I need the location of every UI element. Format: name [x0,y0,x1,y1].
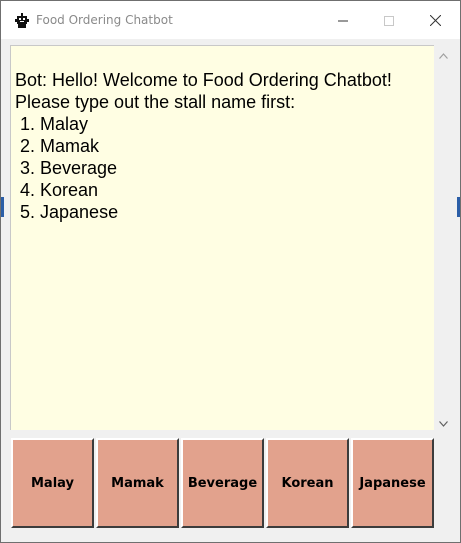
chat-messages: Bot: Hello! Welcome to Food Ordering Cha… [15,70,392,222]
maximize-icon [384,11,394,30]
scroll-down-button[interactable] [435,413,452,430]
robot-icon [14,13,30,29]
chat-log[interactable]: Bot: Hello! Welcome to Food Ordering Cha… [10,45,434,430]
background-strip-right [457,197,460,217]
minimize-icon [338,11,348,30]
stall-button-row: Malay Mamak Beverage Korean Japanese [11,438,436,528]
minimize-button[interactable] [320,1,366,39]
chevron-down-icon [439,412,448,431]
close-button[interactable] [412,1,458,39]
maximize-button[interactable] [366,1,412,39]
chevron-up-icon [439,44,448,63]
close-icon [429,11,441,30]
scroll-up-button[interactable] [435,45,452,62]
chat-scrollbar[interactable] [435,45,452,430]
malay-button[interactable]: Malay [11,438,94,528]
japanese-button[interactable]: Japanese [351,438,434,528]
chatbot-window: Food Ordering Chatbot Bot: Hello! Welcom… [0,0,461,543]
background-strip-left [1,197,4,217]
window-title: Food Ordering Chatbot [36,13,173,27]
mamak-button[interactable]: Mamak [96,438,179,528]
beverage-button[interactable]: Beverage [181,438,264,528]
title-bar[interactable]: Food Ordering Chatbot [1,1,460,39]
korean-button[interactable]: Korean [266,438,349,528]
